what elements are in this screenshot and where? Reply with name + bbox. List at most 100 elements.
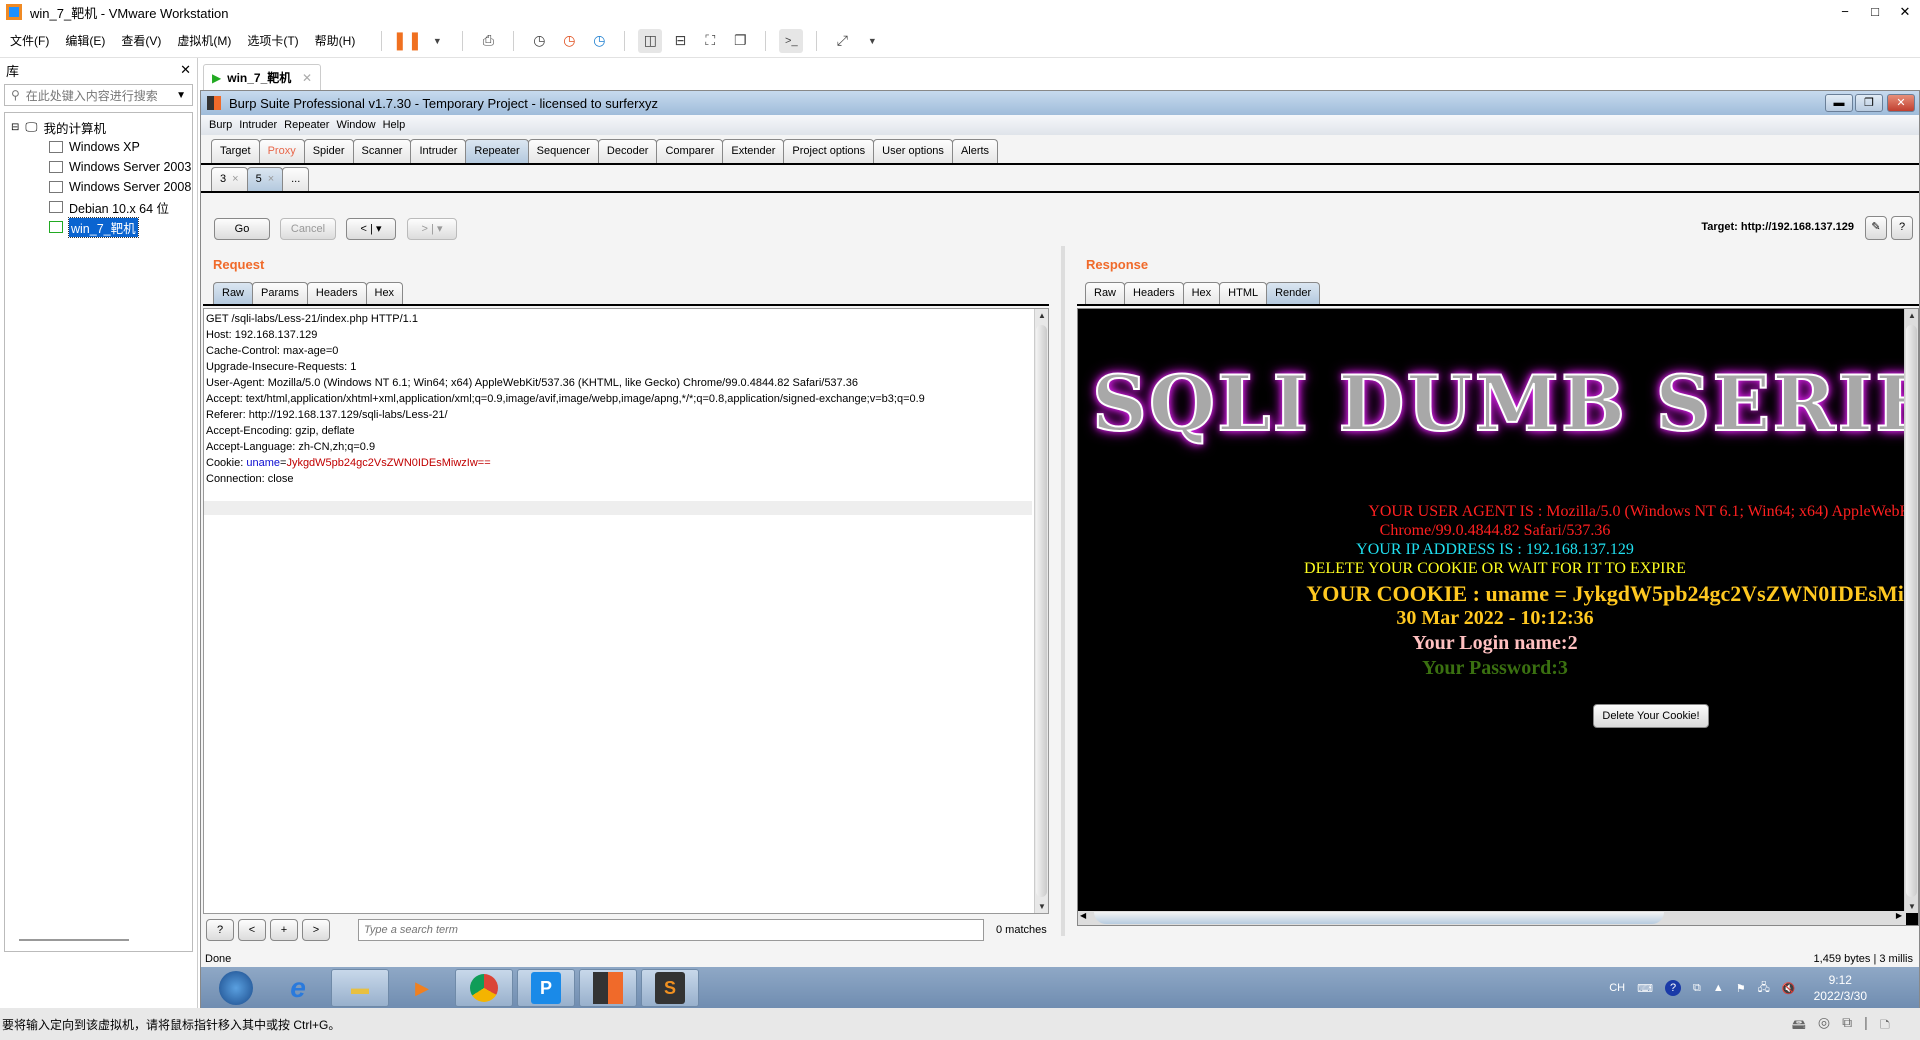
tab-alerts[interactable]: Alerts — [951, 139, 999, 163]
tab-sequencer[interactable]: Sequencer — [527, 139, 599, 163]
response-render-view[interactable]: SQLI DUMB SERIES YOUR USER AGENT IS : Mo… — [1077, 308, 1919, 926]
network-adapter-icon[interactable]: ⧉ — [1842, 1014, 1852, 1038]
volume-muted-icon[interactable]: 🔇 — [1782, 982, 1796, 995]
clock[interactable]: 9:12 2022/3/30 — [1808, 972, 1873, 1004]
menu-help[interactable]: 帮助(H) — [315, 32, 356, 49]
revert-snapshot-icon[interactable]: ◷ — [557, 29, 581, 53]
library-search-input[interactable]: ⚲ 在此处键入内容进行搜索 ▼ — [4, 84, 193, 106]
scroll-thumb[interactable] — [1906, 325, 1917, 897]
repeater-tab[interactable]: 3 × — [211, 167, 248, 191]
tab-close-icon[interactable]: ✕ — [302, 71, 312, 85]
tab-hex[interactable]: Hex — [365, 282, 404, 304]
show-hidden-icons[interactable]: ▲ — [1713, 982, 1724, 994]
search-input[interactable] — [358, 919, 984, 941]
tab-params[interactable]: Params — [252, 282, 308, 304]
keyboard-icon[interactable]: ⌨ — [1637, 982, 1653, 995]
back-button[interactable]: < | ▾ — [346, 218, 396, 240]
vm-tab[interactable]: ▶ win_7_靶机 ✕ — [203, 64, 321, 90]
go-button[interactable]: Go — [214, 218, 270, 240]
tree-item-vm[interactable]: Windows Server 2003 — [5, 157, 192, 177]
search-add-button[interactable]: + — [270, 919, 298, 941]
menu-tabs[interactable]: 选项卡(T) — [247, 32, 298, 49]
start-orb-icon[interactable] — [207, 969, 265, 1007]
help-icon[interactable]: ? — [1891, 216, 1913, 240]
tab-proxy[interactable]: Proxy — [258, 139, 305, 163]
horizontal-scrollbar[interactable]: ◀ ▶ — [1078, 911, 1906, 925]
burp-suite-icon[interactable] — [579, 969, 637, 1007]
tab-headers[interactable]: Headers — [1124, 282, 1184, 304]
cancel-button[interactable]: Cancel — [280, 218, 336, 240]
guest-screen[interactable]: Burp Suite Professional v1.7.30 - Tempor… — [200, 90, 1920, 1009]
tree-item-vm[interactable]: Windows Server 2008 — [5, 177, 192, 197]
library-close-icon[interactable]: ✕ — [180, 62, 191, 78]
full-screen-icon[interactable]: ⛶ — [698, 29, 722, 53]
tab-raw[interactable]: Raw — [1085, 282, 1126, 304]
delete-cookie-button[interactable]: Delete Your Cookie! — [1593, 704, 1709, 728]
tree-root[interactable]: ⊟ 🖵 我的计算机 — [5, 117, 192, 137]
scroll-thumb[interactable] — [1094, 912, 1664, 924]
scroll-down-icon[interactable]: ▼ — [1035, 902, 1049, 911]
horizontal-scrollbar[interactable] — [19, 939, 129, 941]
menu-file[interactable]: 文件(F) — [10, 32, 49, 49]
scroll-down-icon[interactable]: ▼ — [1905, 902, 1918, 911]
minimize-button[interactable]: − — [1830, 0, 1860, 24]
file-explorer-icon[interactable]: ▬ — [331, 969, 389, 1007]
tab-repeater[interactable]: Repeater — [465, 139, 529, 163]
internet-explorer-icon[interactable]: e — [269, 969, 327, 1007]
dropdown-icon[interactable]: ▼ — [425, 29, 449, 53]
console-icon[interactable]: >_ — [779, 28, 804, 53]
chevron-down-icon[interactable]: ▼ — [176, 90, 186, 101]
unity-icon[interactable]: ❐ — [728, 29, 752, 53]
tab-comparer[interactable]: Comparer — [656, 139, 724, 163]
edit-target-icon[interactable]: ✎ — [1865, 216, 1887, 240]
message-log-icon[interactable]: 🗅 — [1880, 1014, 1890, 1038]
scroll-right-icon[interactable]: ▶ — [1896, 911, 1902, 920]
stretch-icon[interactable]: ⤢ — [830, 29, 854, 53]
media-player-icon[interactable]: ▶ — [393, 969, 451, 1007]
tab-target[interactable]: Target — [211, 139, 260, 163]
tab-project-options[interactable]: Project options — [783, 139, 875, 163]
send-ctrl-alt-del-icon[interactable]: ⎙ — [476, 29, 500, 53]
tree-item-vm[interactable]: Debian 10.x 64 位 — [5, 197, 192, 217]
vertical-scrollbar[interactable]: ▲ ▼ — [1904, 309, 1918, 913]
request-editor[interactable]: GET /sqli-labs/Less-21/index.php HTTP/1.… — [203, 308, 1049, 914]
tab-render[interactable]: Render — [1266, 282, 1321, 304]
snapshot-icon[interactable]: ◷ — [527, 29, 551, 53]
window-switch-icon[interactable]: ⧉ — [1693, 982, 1701, 995]
tab-hex[interactable]: Hex — [1182, 282, 1221, 304]
thumbnail-bar-icon[interactable]: ⊟ — [668, 29, 692, 53]
search-help-button[interactable]: ? — [206, 919, 234, 941]
pause-icon[interactable]: ❚❚ — [392, 29, 422, 53]
network-icon[interactable]: 🖧 — [1758, 979, 1770, 998]
language-indicator[interactable]: CH — [1609, 982, 1625, 994]
burp-menu-intruder[interactable]: Intruder — [239, 119, 277, 131]
tree-item-vm[interactable]: Windows XP — [5, 137, 192, 157]
repeater-tab-selected[interactable]: 5 × — [246, 167, 284, 191]
tab-close-icon[interactable]: × — [232, 173, 238, 185]
burp-menu-window[interactable]: Window — [336, 119, 375, 131]
menu-vm[interactable]: 虚拟机(M) — [177, 32, 231, 49]
tab-raw[interactable]: Raw — [213, 282, 254, 304]
sublime-text-icon[interactable]: S — [641, 969, 699, 1007]
forward-button[interactable]: > | ▾ — [407, 218, 457, 240]
burp-restore-button[interactable]: ❐ — [1855, 94, 1883, 112]
repeater-new-tab[interactable]: ... — [282, 167, 310, 191]
tree-item-vm-selected[interactable]: win_7_靶机 — [5, 216, 192, 238]
tab-spider[interactable]: Spider — [303, 139, 354, 163]
split-pane-divider[interactable] — [1061, 246, 1065, 936]
tab-decoder[interactable]: Decoder — [597, 139, 658, 163]
close-button[interactable]: ✕ — [1890, 0, 1920, 24]
maximize-button[interactable]: □ — [1860, 0, 1890, 24]
library-view-icon[interactable]: ◫ — [638, 28, 663, 53]
search-next-button[interactable]: > — [302, 919, 330, 941]
scroll-thumb[interactable] — [1036, 325, 1047, 897]
help-icon[interactable]: ? — [1665, 980, 1682, 996]
menu-edit[interactable]: 编辑(E) — [65, 32, 105, 49]
vertical-scrollbar[interactable]: ▲ ▼ — [1034, 309, 1048, 913]
hard-disk-icon[interactable]: 🖴 — [1792, 1014, 1806, 1038]
burp-menu-burp[interactable]: Burp — [209, 119, 232, 131]
burp-menu-help[interactable]: Help — [383, 119, 406, 131]
tab-extender[interactable]: Extender — [722, 139, 785, 163]
dropdown-icon[interactable]: ▼ — [860, 29, 884, 53]
action-center-icon[interactable]: ⚑ — [1736, 982, 1746, 995]
